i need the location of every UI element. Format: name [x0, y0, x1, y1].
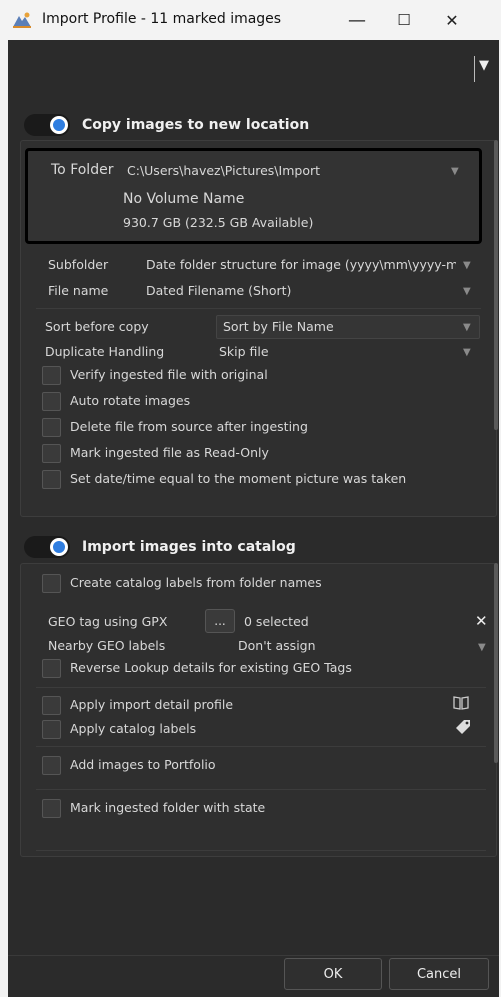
delete-source-checkbox[interactable]	[42, 418, 61, 437]
duplicate-select[interactable]: Skip file	[219, 344, 269, 359]
sort-dropdown-icon[interactable]: ▼	[463, 322, 471, 333]
nearby-dropdown-icon[interactable]: ▼	[478, 642, 486, 653]
minimize-button[interactable]: —	[337, 6, 377, 34]
add-portfolio-checkbox[interactable]	[42, 756, 61, 775]
duplicate-label: Duplicate Handling	[45, 344, 165, 359]
filename-select[interactable]: Dated Filename (Short)	[146, 283, 291, 298]
catalog-section-title: Import images into catalog	[82, 539, 296, 555]
mark-folder-checkbox[interactable]	[42, 799, 61, 818]
auto-rotate-label: Auto rotate images	[70, 393, 191, 408]
divider	[36, 308, 481, 309]
volume-name: No Volume Name	[123, 191, 245, 207]
to-folder-label: To Folder	[51, 162, 114, 178]
duplicate-dropdown-icon[interactable]: ▼	[463, 347, 471, 358]
auto-rotate-checkbox[interactable]	[42, 392, 61, 411]
filename-dropdown-icon[interactable]: ▼	[463, 286, 471, 297]
apply-labels-checkbox[interactable]	[42, 720, 61, 739]
catalog-toggle[interactable]	[24, 536, 70, 558]
copy-scrollbar[interactable]	[494, 140, 498, 430]
create-labels-label: Create catalog labels from folder names	[70, 575, 322, 590]
topbar-divider	[474, 56, 475, 82]
copy-section-title: Copy images to new location	[82, 117, 310, 133]
mark-folder-label: Mark ingested folder with state	[70, 800, 266, 815]
divider	[36, 850, 486, 851]
verify-label: Verify ingested file with original	[70, 367, 268, 382]
ok-button[interactable]: OK	[284, 958, 382, 990]
app-icon	[13, 12, 31, 28]
dropdown-menu-icon[interactable]: ▼	[479, 58, 489, 73]
filename-label: File name	[48, 283, 109, 298]
subfolder-dropdown-icon[interactable]: ▼	[463, 260, 471, 271]
cancel-button[interactable]: Cancel	[389, 958, 489, 990]
close-button[interactable]: ✕	[432, 6, 472, 34]
tag-icon[interactable]	[455, 719, 471, 735]
geo-browse-button[interactable]: ...	[205, 609, 235, 633]
profile-book-icon[interactable]	[452, 695, 470, 711]
window-title: Import Profile - 11 marked images	[42, 11, 282, 27]
apply-labels-label: Apply catalog labels	[70, 721, 197, 736]
sort-value: Sort by File Name	[223, 319, 334, 334]
delete-source-label: Delete file from source after ingesting	[70, 419, 308, 434]
add-portfolio-label: Add images to Portfolio	[70, 757, 216, 772]
divider	[36, 789, 486, 790]
create-labels-checkbox[interactable]	[42, 574, 61, 593]
sort-label: Sort before copy	[45, 319, 149, 334]
footer-divider	[8, 955, 499, 956]
apply-profile-label: Apply import detail profile	[70, 697, 234, 712]
maximize-button[interactable]: ☐	[384, 6, 424, 34]
subfolder-label: Subfolder	[48, 257, 109, 272]
to-folder-dropdown-icon[interactable]: ▼	[451, 166, 459, 177]
geo-clear-icon[interactable]: ✕	[475, 612, 488, 630]
apply-profile-checkbox[interactable]	[42, 696, 61, 715]
geo-selected: 0 selected	[244, 614, 309, 629]
geo-label: GEO tag using GPX	[48, 614, 168, 629]
read-only-label: Mark ingested file as Read-Only	[70, 445, 269, 460]
set-datetime-label: Set date/time equal to the moment pictur…	[70, 471, 407, 486]
verify-checkbox[interactable]	[42, 366, 61, 385]
nearby-label: Nearby GEO labels	[48, 638, 166, 653]
subfolder-select[interactable]: Date folder structure for image (yyyy\mm…	[146, 257, 456, 272]
divider	[36, 687, 486, 688]
reverse-lookup-checkbox[interactable]	[42, 659, 61, 678]
to-folder-path: C:\Users\havez\Pictures\Import	[127, 163, 321, 178]
read-only-checkbox[interactable]	[42, 444, 61, 463]
set-datetime-checkbox[interactable]	[42, 470, 61, 489]
volume-size: 930.7 GB (232.5 GB Available)	[123, 215, 314, 230]
divider	[36, 746, 486, 747]
nearby-select[interactable]: Don't assign	[238, 638, 316, 653]
reverse-lookup-label: Reverse Lookup details for existing GEO …	[70, 660, 352, 675]
catalog-scrollbar[interactable]	[494, 563, 498, 763]
copy-toggle[interactable]	[24, 114, 70, 136]
